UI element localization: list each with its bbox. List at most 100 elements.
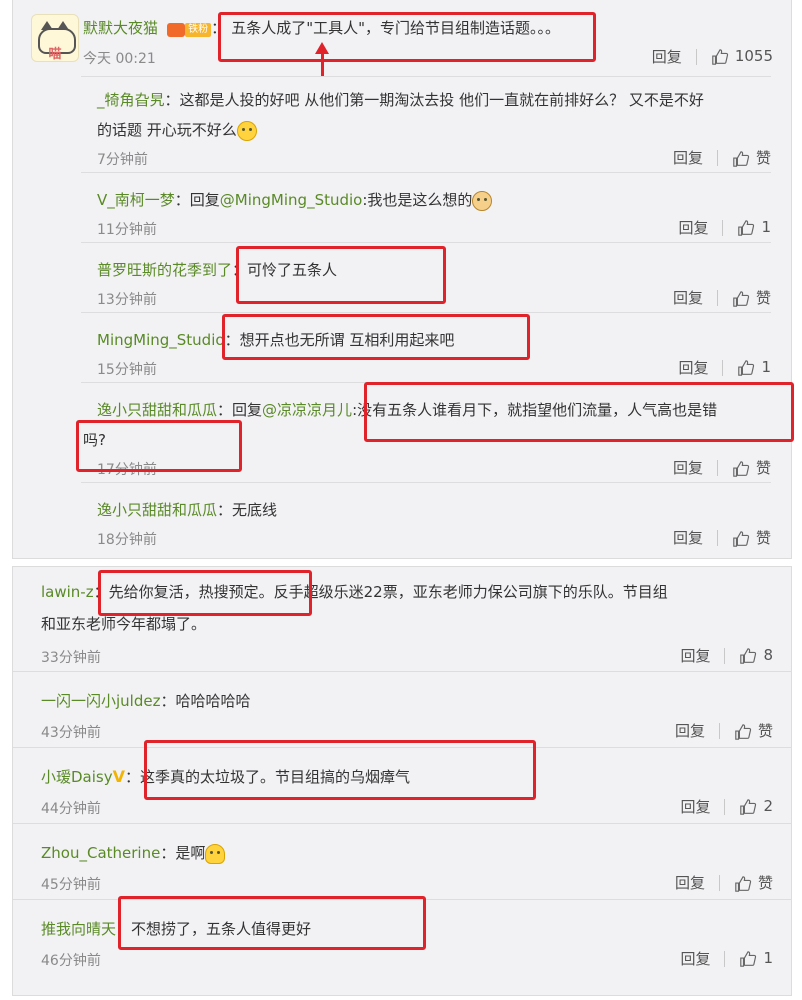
- reply-button[interactable]: 回复: [673, 287, 703, 308]
- comment-text: 先给你复活，热搜预定。反手超级乐迷22票，亚东老师力保公司旗下的乐队。节目组: [108, 583, 668, 601]
- comment-username[interactable]: Zhou_Catherine: [41, 844, 160, 862]
- thumbs-up-icon: [735, 723, 752, 740]
- thumbs-up-icon: [740, 950, 757, 967]
- thumbs-up-icon: [735, 875, 752, 892]
- reply-button[interactable]: 回复: [678, 357, 708, 378]
- reply-username[interactable]: 逸小只甜甜和瓜瓜: [97, 501, 217, 519]
- timestamp: 45分钟前: [41, 877, 101, 893]
- thumbs-up-icon: [740, 647, 757, 664]
- thumbs-up-icon: [733, 530, 750, 547]
- timestamp: 11分钟前: [97, 222, 157, 238]
- comment-item: 小瑷DaisyV：这季真的太垃圾了。节目组搞的乌烟瘴气 44分钟前 回复 2: [13, 747, 791, 824]
- comment-text: 哈哈哈哈哈: [175, 692, 251, 710]
- reply-button[interactable]: 回复: [673, 527, 703, 548]
- thumbs-up-icon: [733, 150, 750, 167]
- reply-text: 无底线: [232, 501, 278, 519]
- comment-text: 五条人成了"工具人"，专门给节目组制造话题。。。: [231, 19, 561, 37]
- timestamp: 43分钟前: [41, 725, 101, 741]
- reply-item: _犄角旮旯：这都是人投的好吧 从他们第一期淘汰去投 他们一直就在前排好么？ 又不…: [81, 76, 771, 173]
- reply-item: MingMing_Studio：想开点也无所谓 互相利用起来吧 15分钟前 回复…: [81, 312, 771, 383]
- thumbs-up-icon: [712, 48, 728, 65]
- reply-item: 逸小只甜甜和瓜瓜：回复@凉凉凉月儿:没有五条人谁看月下，就指望他们流量，人气高也…: [81, 382, 771, 483]
- comment-item: Zhou_Catherine：是啊 45分钟前 回复 赞: [13, 823, 791, 900]
- like-button[interactable]: 1: [737, 218, 771, 237]
- highlight-arrow-head: [315, 42, 329, 54]
- comment-item: 推我向晴天：不想捞了，五条人值得更好 46分钟前 回复 1: [13, 899, 791, 994]
- highlight-arrow: [321, 52, 324, 76]
- timestamp: 15分钟前: [97, 362, 157, 378]
- like-button[interactable]: 1: [739, 949, 773, 968]
- reply-button[interactable]: 回复: [678, 217, 708, 238]
- reply-button[interactable]: 回复: [680, 796, 710, 817]
- like-button[interactable]: 赞: [732, 457, 771, 478]
- timestamp: 33分钟前: [41, 650, 101, 666]
- reply-username[interactable]: _犄角旮旯: [97, 91, 165, 109]
- reply-username[interactable]: MingMing_Studio: [97, 331, 225, 349]
- comment-item: lawin-z：先给你复活，热搜预定。反手超级乐迷22票，亚东老师力保公司旗下的…: [41, 583, 773, 666]
- comment-item: 一闪一闪小juldez：哈哈哈哈哈 43分钟前 回复 赞: [13, 671, 791, 748]
- timestamp: 7分钟前: [97, 152, 148, 168]
- like-button[interactable]: 1: [737, 358, 771, 377]
- comment-username[interactable]: 一闪一闪小juldez: [41, 692, 160, 710]
- smile-emoji-icon: [236, 120, 257, 141]
- reply-button[interactable]: 回复: [675, 872, 705, 893]
- thumbs-up-icon: [733, 460, 750, 477]
- timestamp: 13分钟前: [97, 292, 157, 308]
- timestamp: 44分钟前: [41, 801, 101, 817]
- reply-text: 我也是这么想的: [367, 191, 473, 209]
- timestamp: 46分钟前: [41, 953, 101, 969]
- comment-username[interactable]: 小瑷Daisy: [41, 768, 113, 786]
- comment-panel-1: 喵 默默大夜猫 铁粉： 五条人成了"工具人"，专门给节目组制造话题。。。 今天 …: [12, 0, 792, 559]
- comment-username[interactable]: 推我向晴天: [41, 920, 116, 938]
- reply-button[interactable]: 回复: [673, 147, 703, 168]
- username[interactable]: 默默大夜猫: [83, 19, 158, 37]
- reply-text: 这都是人投的好吧 从他们第一期淘汰去投 他们一直就在前排好么？ 又不是不好: [179, 91, 704, 109]
- reply-button[interactable]: 回复: [675, 720, 705, 741]
- like-button[interactable]: 8: [739, 646, 773, 665]
- like-button[interactable]: 赞: [732, 527, 771, 548]
- comment-text: 不想捞了，五条人值得更好: [131, 920, 312, 938]
- reply-item: 普罗旺斯的花季到了：可怜了五条人 13分钟前 回复 赞: [81, 242, 771, 313]
- avatar[interactable]: 喵: [31, 14, 79, 62]
- comment-panel-2: lawin-z：先给你复活，热搜预定。反手超级乐迷22票，亚东老师力保公司旗下的…: [12, 566, 792, 996]
- reply-text: 想开点也无所谓 互相利用起来吧: [239, 331, 455, 349]
- reply-button[interactable]: 回复: [680, 948, 710, 969]
- comment-text: 这季真的太垃圾了。节目组搞的乌烟瘴气: [140, 768, 411, 786]
- like-button[interactable]: 2: [739, 797, 773, 816]
- comment-actions: 回复 1055: [652, 46, 773, 67]
- dog-emoji-icon: [472, 190, 493, 211]
- like-button[interactable]: 赞: [732, 287, 771, 308]
- reply-item: V_南柯一梦：回复@MingMing_Studio:我也是这么想的 11分钟前 …: [81, 172, 771, 243]
- reply-username[interactable]: 逸小只甜甜和瓜瓜: [97, 401, 217, 419]
- reply-text: 的话题 开心玩不好么: [97, 121, 237, 139]
- comment-text: 是啊: [175, 844, 206, 862]
- crown-icon: [167, 22, 186, 37]
- pray-emoji-icon: [205, 843, 226, 864]
- thumbs-up-icon: [740, 798, 757, 815]
- reply-button[interactable]: 回复: [652, 46, 682, 67]
- mention-link[interactable]: @MingMing_Studio: [220, 191, 363, 209]
- fan-badge: 铁粉: [167, 19, 212, 38]
- reply-button[interactable]: 回复: [673, 457, 703, 478]
- reply-text: 可怜了五条人: [247, 261, 338, 279]
- main-comment: 喵 默默大夜猫 铁粉： 五条人成了"工具人"，专门给节目组制造话题。。。 今天 …: [13, 0, 791, 74]
- thumbs-up-icon: [738, 219, 755, 236]
- comment-username[interactable]: lawin-z: [41, 583, 94, 601]
- comment-text: 和亚东老师今年都塌了。: [41, 615, 207, 633]
- reply-username[interactable]: 普罗旺斯的花季到了: [97, 261, 232, 279]
- reply-button[interactable]: 回复: [680, 645, 710, 666]
- mention-link[interactable]: @凉凉凉月儿: [262, 401, 352, 419]
- timestamp: 17分钟前: [97, 462, 157, 478]
- reply-text: 没有五条人谁看月下，就指望他们流量，人气高也是错: [357, 401, 718, 419]
- like-button[interactable]: 赞: [732, 147, 771, 168]
- like-button[interactable]: 1055: [711, 47, 773, 66]
- vip-badge-icon: V: [112, 767, 125, 786]
- thumbs-up-icon: [733, 290, 750, 307]
- reply-item: 逸小只甜甜和瓜瓜：无底线 18分钟前 回复 赞: [81, 482, 771, 555]
- like-button[interactable]: 赞: [734, 720, 773, 741]
- like-button[interactable]: 赞: [734, 872, 773, 893]
- timestamp: 今天 00:21: [83, 51, 156, 67]
- reply-text: 吗?: [83, 431, 106, 449]
- reply-username[interactable]: V_南柯一梦: [97, 191, 175, 209]
- avatar-text: 喵: [48, 47, 62, 62]
